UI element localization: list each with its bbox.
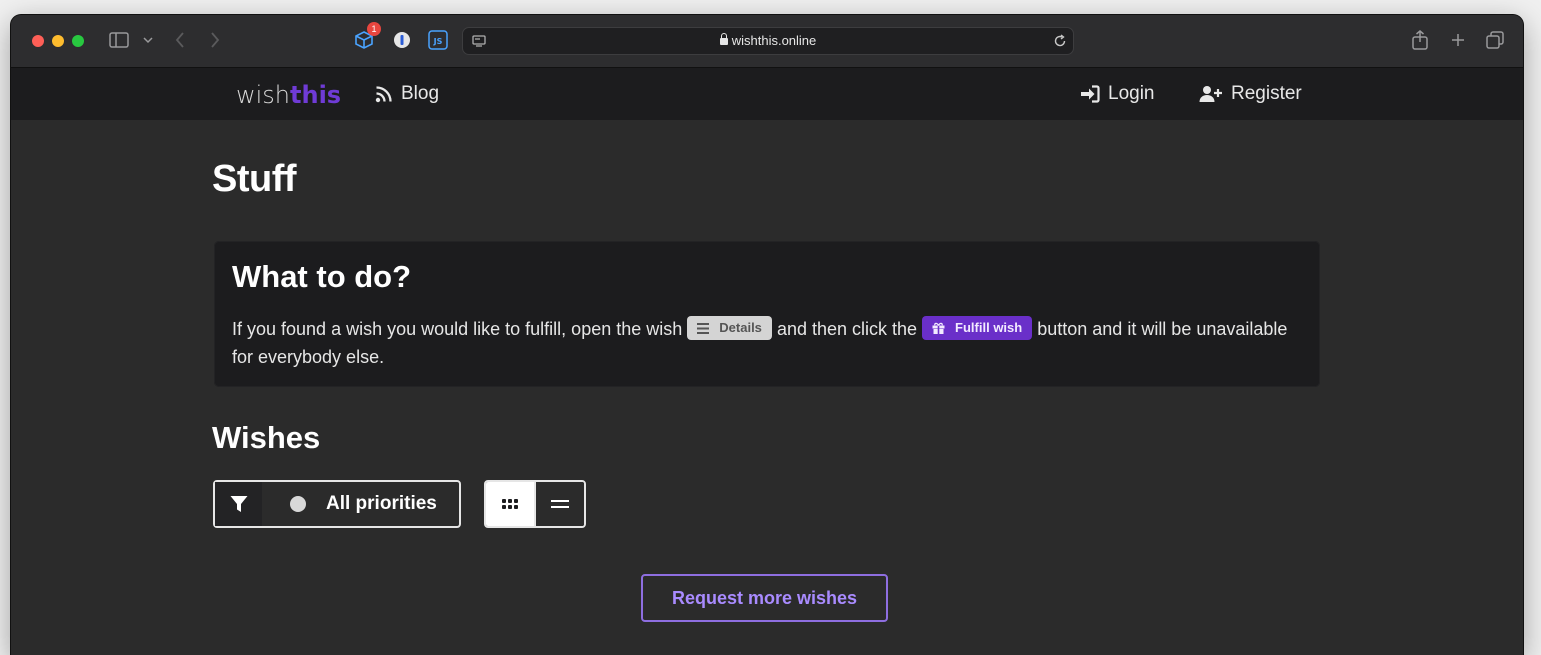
zoom-window-button[interactable] xyxy=(72,35,84,47)
priority-filter-dropdown[interactable]: All priorities xyxy=(213,480,461,528)
instructions-box: What to do? If you found a wish you woul… xyxy=(214,241,1320,387)
gift-icon xyxy=(932,323,945,335)
sidebar-toggle-icon[interactable] xyxy=(109,32,129,48)
share-icon[interactable] xyxy=(1411,29,1429,51)
new-tab-icon[interactable] xyxy=(1450,32,1466,48)
priority-filter-label: All priorities xyxy=(326,493,437,514)
site-logo[interactable]: wishthis xyxy=(236,81,341,109)
minimize-window-button[interactable] xyxy=(52,35,64,47)
instructions-text-part-2: and then click the xyxy=(776,319,918,339)
forward-icon[interactable] xyxy=(209,31,221,49)
nav-blog-label: Blog xyxy=(401,83,440,104)
browser-window: 1 JS wishthis.online wishthis Blog Login… xyxy=(11,15,1523,655)
details-chip: Details xyxy=(687,316,772,341)
site-navbar: wishthis Blog Login Register xyxy=(11,68,1523,120)
grid-view-button[interactable] xyxy=(486,482,534,526)
page-content: Stuff What to do? If you found a wish yo… xyxy=(11,120,1523,655)
rss-icon xyxy=(375,86,392,103)
nav-register-label: Register xyxy=(1231,83,1302,104)
instructions-text: If you found a wish you would like to fu… xyxy=(232,315,1302,371)
address-bar[interactable]: wishthis.online xyxy=(462,27,1074,55)
reload-icon[interactable] xyxy=(1053,34,1067,48)
fulfill-wish-chip: Fulfill wish xyxy=(922,316,1033,341)
request-more-wishes-button[interactable]: Request more wishes xyxy=(641,574,888,622)
js-extension-icon[interactable]: JS xyxy=(428,30,448,50)
filter-icon xyxy=(230,496,247,512)
view-mode-toggle xyxy=(484,480,586,528)
url-text: wishthis.online xyxy=(731,33,817,48)
filter-icon-box xyxy=(215,482,262,526)
page-title: Stuff xyxy=(212,158,297,200)
nav-register-link[interactable]: Register xyxy=(1199,83,1302,105)
grid-icon xyxy=(502,499,518,509)
svg-text:JS: JS xyxy=(433,37,443,46)
sign-in-icon xyxy=(1081,85,1100,103)
logo-prefix: wish xyxy=(236,81,291,109)
tab-overview-icon[interactable] xyxy=(1486,31,1504,49)
close-window-button[interactable] xyxy=(32,35,44,47)
nav-login-link[interactable]: Login xyxy=(1080,83,1155,105)
back-icon[interactable] xyxy=(174,31,186,49)
extension-badge: 1 xyxy=(367,22,381,36)
nav-blog-link[interactable]: Blog xyxy=(375,83,439,105)
lock-icon xyxy=(719,33,728,45)
priority-circle-icon xyxy=(290,496,306,512)
nav-login-label: Login xyxy=(1108,83,1155,104)
details-chip-label: Details xyxy=(719,320,762,336)
chevron-down-icon[interactable] xyxy=(143,36,153,44)
fulfill-wish-chip-label: Fulfill wish xyxy=(955,320,1023,336)
user-plus-icon xyxy=(1199,86,1222,102)
browser-toolbar: 1 JS wishthis.online xyxy=(11,15,1523,68)
logo-suffix: this xyxy=(290,81,342,109)
wishes-heading: Wishes xyxy=(212,420,321,455)
bars-icon xyxy=(697,322,710,334)
list-icon xyxy=(551,500,569,508)
list-view-button[interactable] xyxy=(534,482,584,526)
instructions-title: What to do? xyxy=(232,259,412,294)
password-manager-icon[interactable] xyxy=(392,30,412,50)
instructions-text-part-1: If you found a wish you would like to fu… xyxy=(232,319,683,339)
